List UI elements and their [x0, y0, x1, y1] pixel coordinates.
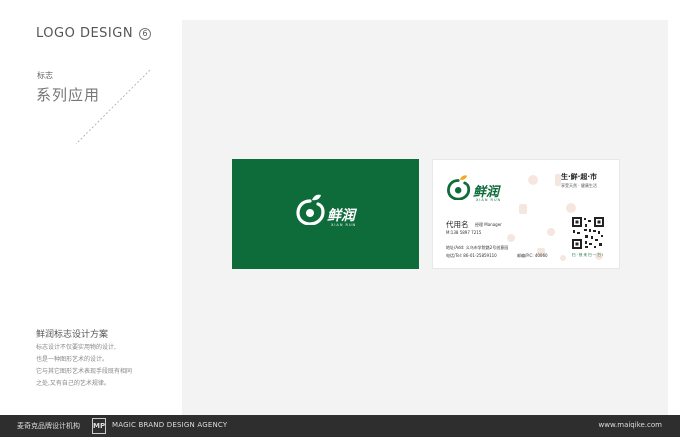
description-line: 它与其它图形艺术表现手段既有相同 [36, 368, 133, 375]
qr-code [571, 216, 605, 250]
brand-name-cn: 鲜润 [327, 208, 355, 224]
brand-logo-icon [447, 175, 471, 200]
page-number-badge: 6 [139, 28, 151, 40]
person-role: 经理 Manager [475, 222, 502, 227]
postcode: 邮编/P.C: 40060 [517, 253, 548, 258]
agency-logo: MP [92, 418, 106, 434]
person-name: 代用名 [446, 220, 469, 229]
agency-name-cn: 麦奇克品牌设计机构 [17, 422, 80, 430]
slogan-sub: 享受天然 · 健康生活 [561, 183, 597, 188]
slogan: 生·鲜·超·市 [561, 173, 597, 181]
agency-name-en: MAGIC BRAND DESIGN AGENCY [112, 421, 228, 429]
phone-number: 电话/Tel: 86-01-25859110 [446, 253, 497, 258]
left-panel: LOGO DESIGN 6 标志 系列应用 鲜润标志设计方案 标志设计不仅要实用… [0, 0, 182, 415]
qr-caption: 扫 · 快 来 扫 一 扫 ! [572, 253, 604, 257]
footer-bar: 麦奇克品牌设计机构 MP MAGIC BRAND DESIGN AGENCY w… [0, 415, 680, 437]
description-line: 标志设计不仅要实用物的设计, [36, 344, 116, 351]
description-title: 鲜润标志设计方案 [36, 330, 109, 340]
description-line: 也是一种图形艺术的设计。 [36, 356, 109, 363]
section-label-small: 标志 [37, 71, 53, 80]
brand-name-pinyin: XIAN RUN [331, 223, 357, 227]
website-link[interactable]: www.maiqike.com [599, 421, 663, 429]
page-title: LOGO DESIGN [36, 26, 134, 41]
address: 地址/Add: 义乌市学院路2号创意园 [446, 245, 509, 250]
description-line: 之处,又有自己的艺术规律。 [36, 380, 110, 387]
brand-logo-icon [296, 194, 325, 225]
business-card-back: 鲜润 XIAN RUN 生·鲜·超·市 享受天然 · 健康生活 代用名 经理 M… [432, 159, 620, 269]
business-card-front: 鲜润 XIAN RUN [232, 159, 419, 269]
diagonal-divider [75, 69, 151, 145]
mobile-number: M:138 5897 7215 [446, 230, 482, 235]
brand-name-pinyin: XIAN RUN [476, 198, 502, 202]
